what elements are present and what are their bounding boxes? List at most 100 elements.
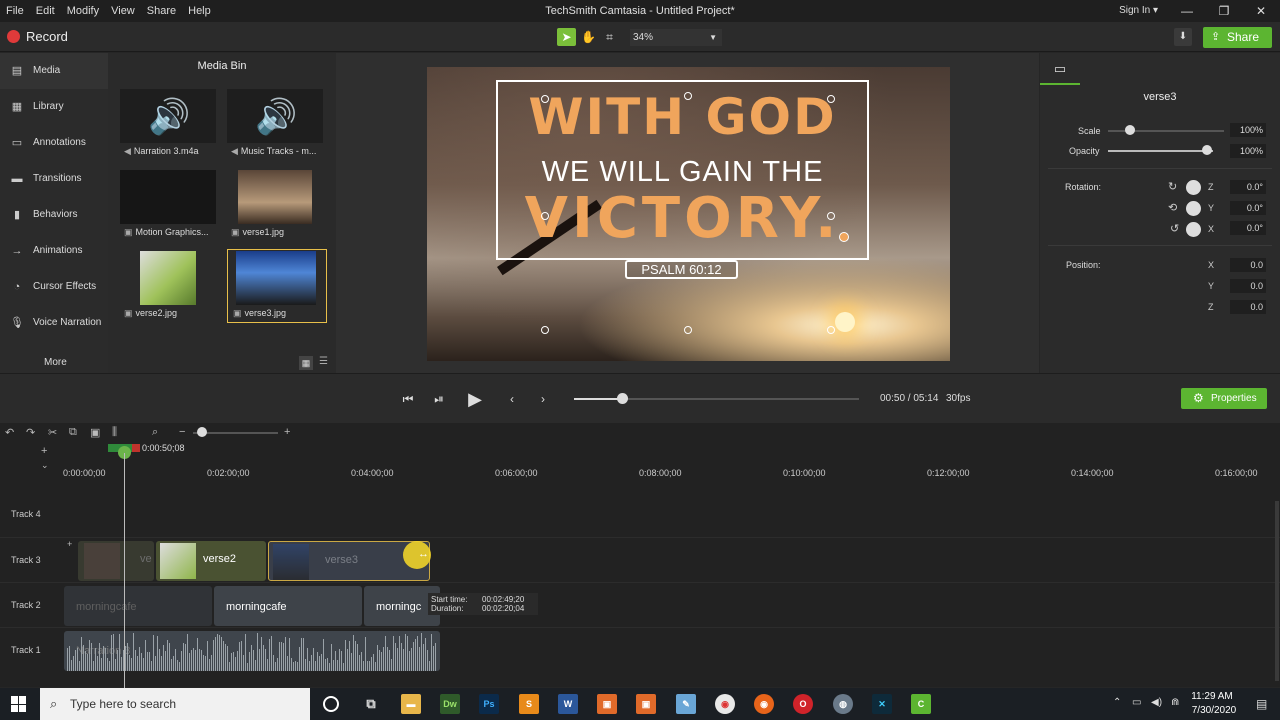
rotation-y-field[interactable]: 0.0° — [1230, 201, 1266, 215]
resize-handle[interactable] — [541, 326, 549, 334]
photoshop-icon[interactable]: Ps — [479, 694, 499, 714]
zoom-in-icon[interactable]: + — [284, 426, 290, 438]
media-item-music-tracks[interactable]: 🔊 ◀ Music Tracks - m... — [227, 89, 323, 159]
notifications-icon[interactable]: ▤ — [1256, 697, 1267, 711]
resize-handle[interactable] — [541, 212, 549, 220]
file-explorer-icon[interactable]: ▬ — [401, 694, 421, 714]
pan-tool-icon[interactable]: ✋ — [579, 28, 598, 46]
media-item-verse3[interactable]: ▣ verse3.jpg — [227, 249, 327, 323]
cortana-icon[interactable] — [323, 696, 339, 712]
resize-handle[interactable] — [827, 95, 835, 103]
grid-view-icon[interactable]: ▦ — [299, 356, 313, 370]
media-item-narration[interactable]: 🔊 ◀ Narration 3.m4a — [120, 89, 216, 159]
menu-modify[interactable]: Modify — [61, 0, 105, 22]
clip-morningcafe-1[interactable]: morningcafe — [64, 586, 212, 626]
resize-handle[interactable] — [684, 92, 692, 100]
clip-verse2[interactable]: verse2 — [156, 541, 266, 581]
app-globe-icon[interactable]: ◍ — [833, 694, 853, 714]
media-item-verse1[interactable]: ▣ verse1.jpg — [227, 170, 323, 240]
zoom-select[interactable]: 34% ▼ — [630, 29, 722, 46]
opera-icon[interactable]: O — [793, 694, 813, 714]
opacity-slider-track[interactable] — [1108, 150, 1213, 152]
media-item-verse2[interactable]: ▣ verse2.jpg — [120, 251, 216, 321]
paste-icon[interactable]: ▣ — [90, 426, 100, 439]
track-3[interactable]: Track 3 + ve verse2 verse3 — [0, 539, 1280, 583]
sidebar-item-library[interactable]: ▦ Library — [0, 89, 108, 125]
media-item-motion-graphics[interactable]: ▣ Motion Graphics... — [120, 170, 216, 240]
menu-share[interactable]: Share — [141, 0, 182, 22]
camtasia-icon[interactable]: C — [911, 694, 931, 714]
notepad-icon[interactable]: ✎ — [676, 694, 696, 714]
wifi-icon[interactable]: ⋒ — [1171, 697, 1179, 708]
sidebar-item-voice-narration[interactable]: 🎙 Voice Narration — [0, 305, 108, 341]
clock-date[interactable]: 7/30/2020 — [1188, 705, 1240, 716]
menu-edit[interactable]: Edit — [30, 0, 61, 22]
add-icon[interactable]: + — [67, 539, 72, 549]
share-button[interactable]: ⇪ Share — [1203, 27, 1272, 48]
record-icon[interactable] — [7, 30, 20, 43]
scale-field[interactable]: 100% — [1230, 123, 1266, 137]
collapse-tracks-icon[interactable]: ⌄ — [41, 460, 49, 471]
sidebar-item-annotations[interactable]: ▭ Annotations — [0, 125, 108, 161]
resize-handle[interactable] — [827, 326, 835, 334]
resize-handle[interactable] — [541, 95, 549, 103]
clip-verse1[interactable]: ve — [78, 541, 154, 581]
sidebar-item-behaviors[interactable]: ▮ Behaviors — [0, 197, 108, 233]
search-icon[interactable]: ⌕ — [152, 426, 158, 439]
visual-properties-tab[interactable]: ▭ — [1040, 53, 1080, 85]
resize-handle[interactable] — [827, 212, 835, 220]
clip-morningcafe-2[interactable]: morningcafe — [214, 586, 362, 626]
minimize-icon[interactable]: — — [1168, 0, 1206, 22]
task-view-icon[interactable]: ⧉ — [361, 694, 381, 714]
select-tool-icon[interactable]: ➤ — [557, 28, 576, 46]
sidebar-item-media[interactable]: ▤ Media — [0, 53, 108, 89]
more-button[interactable]: More — [44, 357, 67, 368]
chrome-icon[interactable]: ◉ — [715, 694, 735, 714]
position-z-field[interactable]: 0.0 — [1230, 300, 1266, 314]
scrubber-knob[interactable] — [617, 393, 628, 404]
sidebar-item-cursor-effects[interactable]: ◔ Cursor Effects — [0, 269, 108, 305]
rotation-x-dial[interactable] — [1186, 222, 1201, 237]
rotation-handle[interactable] — [839, 232, 849, 242]
track-2[interactable]: Track 2 morningcafe morningcafe morningc — [0, 584, 1280, 628]
volume-icon[interactable]: ◀) — [1151, 697, 1162, 708]
frame-back-icon[interactable]: ⏯ — [430, 390, 448, 408]
timeline-zoom-knob[interactable] — [197, 427, 207, 437]
undo-icon[interactable]: ↶ — [5, 426, 14, 439]
tray-expand-icon[interactable]: ⌃ — [1113, 697, 1121, 708]
rotation-z-dial[interactable] — [1186, 180, 1201, 195]
next-icon[interactable]: › — [534, 390, 552, 408]
redo-icon[interactable]: ↷ — [26, 426, 35, 439]
download-icon[interactable]: ⬇ — [1174, 28, 1192, 46]
properties-button[interactable]: ⚙ Properties — [1181, 388, 1267, 409]
network-icon[interactable]: ▭ — [1132, 697, 1141, 708]
menu-help[interactable]: Help — [182, 0, 217, 22]
dreamweaver-icon[interactable]: Dw — [440, 694, 460, 714]
scale-slider-knob[interactable] — [1125, 125, 1135, 135]
previous-icon[interactable]: ‹ — [503, 390, 521, 408]
timeline-ruler[interactable]: 0:00:00;00 0:02:00;00 0:04:00;00 0:06:00… — [63, 443, 1280, 479]
split-icon[interactable]: ⫼ — [112, 426, 117, 439]
resize-handle[interactable] — [684, 326, 692, 334]
restore-icon[interactable]: ❐ — [1205, 0, 1243, 22]
rotation-y-dial[interactable] — [1186, 201, 1201, 216]
opacity-slider-knob[interactable] — [1202, 145, 1212, 155]
position-y-field[interactable]: 0.0 — [1230, 279, 1266, 293]
menu-view[interactable]: View — [105, 0, 141, 22]
firefox-icon[interactable]: ◉ — [754, 694, 774, 714]
zoom-out-icon[interactable]: − — [179, 426, 185, 438]
windows-start-icon[interactable] — [11, 696, 27, 712]
track-1[interactable]: Track 1 Narration 3 — [0, 629, 1280, 673]
app-orange-2-icon[interactable]: ▣ — [636, 694, 656, 714]
timeline-scrollbar[interactable] — [1275, 501, 1279, 681]
rotation-z-field[interactable]: 0.0° — [1230, 180, 1266, 194]
add-track-icon[interactable]: + — [41, 445, 47, 457]
sign-in-button[interactable]: Sign In ▾ — [1119, 0, 1158, 22]
track-4[interactable]: Track 4 — [0, 493, 1280, 537]
play-icon[interactable]: ▶ — [466, 390, 484, 408]
position-x-field[interactable]: 0.0 — [1230, 258, 1266, 272]
rotation-x-field[interactable]: 0.0° — [1230, 221, 1266, 235]
menu-file[interactable]: File — [0, 0, 30, 22]
opacity-field[interactable]: 100% — [1230, 144, 1266, 158]
crop-tool-icon[interactable]: ⌗ — [600, 28, 619, 46]
